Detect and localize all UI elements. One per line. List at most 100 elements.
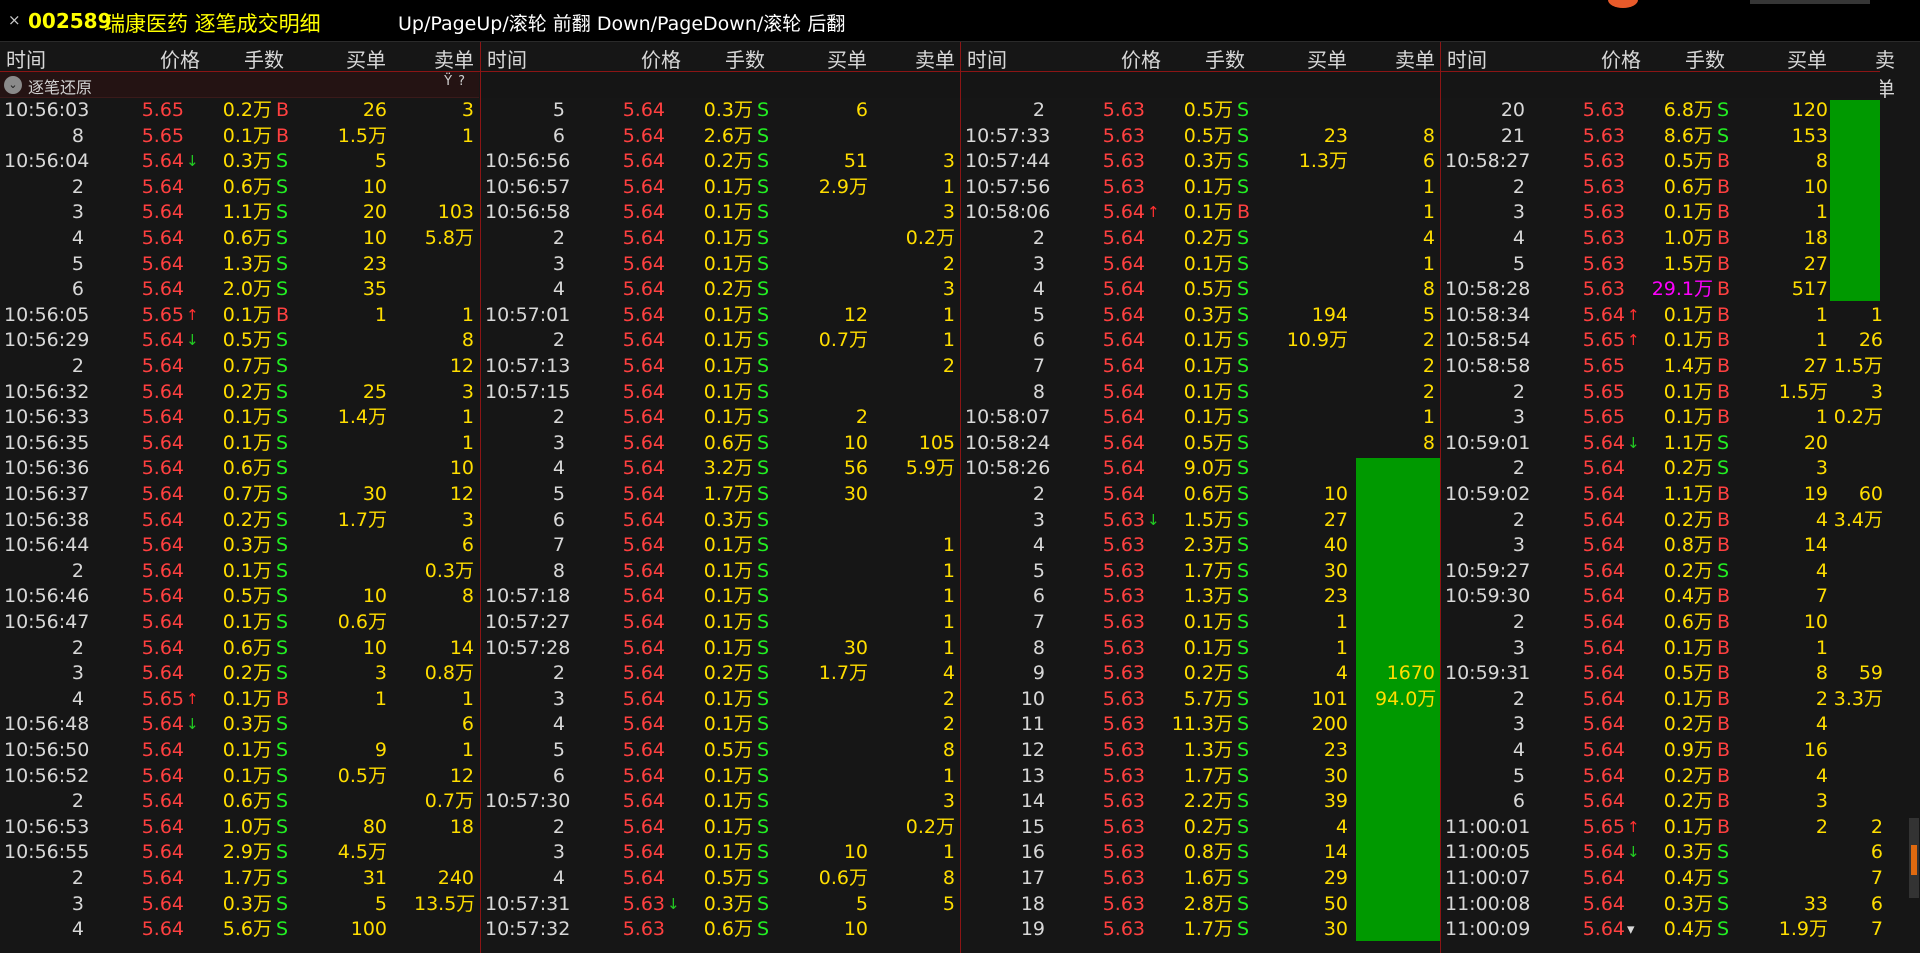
tick-row[interactable]: 10:57:44 5.63 0.3万 S 1.3万 6 — [961, 149, 1440, 175]
tick-row[interactable]: 10:59:30 5.64 0.4万 B 7 — [1441, 584, 1880, 610]
tick-row[interactable]: 5 5.63 1.5万 B 27 — [1441, 252, 1880, 278]
tick-row[interactable]: 5 5.63 1.7万 S 30 — [961, 559, 1440, 585]
header-price[interactable]: 价格 — [1601, 44, 1641, 73]
tick-row[interactable]: 13 5.63 1.7万 S 30 — [961, 764, 1440, 790]
tick-row[interactable]: 10 5.63 5.7万 S 101 94.0万 — [961, 687, 1440, 713]
tick-row[interactable]: 19 5.63 1.7万 S 30 — [961, 917, 1440, 943]
tick-row[interactable]: 10:57:32 5.63 0.6万 S 10 — [481, 917, 960, 943]
tick-row[interactable]: 3 5.64 0.2万 B 4 — [1441, 712, 1880, 738]
tick-row[interactable]: 2 5.64 0.2万 B 4 3.4万 — [1441, 508, 1883, 534]
help-icon[interactable]: ? — [458, 74, 471, 89]
tick-row[interactable]: 10:57:18 5.64 0.1万 S 1 — [481, 584, 960, 610]
tick-row[interactable]: 4 5.64 0.6万 S 10 5.8万 — [0, 226, 480, 252]
tick-row[interactable]: 10:56:46 5.64 0.5万 S 10 8 — [0, 584, 480, 610]
tick-row[interactable]: 7 5.63 0.1万 S 1 — [961, 610, 1440, 636]
tick-row[interactable]: 10:56:04 5.64 ↓ 0.3万 S 5 — [0, 149, 480, 175]
tick-row[interactable]: 10:56:05 5.65 ↑ 0.1万 B 1 1 — [0, 303, 480, 329]
expand-icon[interactable]: ⌄ — [4, 76, 22, 94]
tick-row[interactable]: 4 5.64 0.5万 S 0.6万 8 — [481, 866, 960, 892]
tick-row[interactable]: 10:58:28 5.63 29.1万 B 517 — [1441, 277, 1880, 303]
header-vol[interactable]: 手数 — [725, 44, 765, 73]
tick-row[interactable]: 11:00:07 5.64 0.4万 S 7 — [1441, 866, 1883, 892]
tick-row[interactable]: 10:57:15 5.64 0.1万 S — [481, 380, 960, 406]
tick-row[interactable]: 2 5.64 0.7万 S 12 — [0, 354, 480, 380]
filter-icon[interactable]: Ÿ — [444, 74, 458, 89]
tick-row[interactable]: 8 5.64 0.1万 S 2 — [961, 380, 1440, 406]
tick-row[interactable]: 6 5.64 0.3万 S — [481, 508, 960, 534]
tick-row[interactable]: 4 5.64 0.1万 S 2 — [481, 712, 960, 738]
tick-row[interactable]: 2 5.64 0.2万 S 1.7万 4 — [481, 661, 960, 687]
tick-row[interactable]: 4 5.64 0.5万 S 8 — [961, 277, 1440, 303]
tick-row[interactable]: 2 5.64 1.7万 S 31 240 — [0, 866, 480, 892]
header-vol[interactable]: 手数 — [244, 44, 284, 73]
tick-row[interactable]: 10:56:36 5.64 0.6万 S 10 — [0, 456, 480, 482]
tick-row[interactable]: 2 5.64 0.6万 B 10 — [1441, 610, 1880, 636]
tick-row[interactable]: 2 5.64 0.1万 B 2 3.3万 — [1441, 687, 1883, 713]
close-icon[interactable]: × — [8, 11, 26, 29]
tick-row[interactable]: 4 5.64 3.2万 S 56 5.9万 — [481, 456, 960, 482]
tick-row[interactable]: 3 5.63 ↓ 1.5万 S 27 — [961, 508, 1440, 534]
header-sell[interactable]: 卖单 — [434, 44, 474, 73]
tick-row[interactable]: 10:58:07 5.64 0.1万 S 1 — [961, 405, 1440, 431]
tick-row[interactable]: 21 5.63 8.6万 S 153 — [1441, 124, 1880, 150]
tick-row[interactable]: 2 5.64 0.1万 S 0.7万 1 — [481, 328, 960, 354]
tick-row[interactable]: 7 5.64 0.1万 S 2 — [961, 354, 1440, 380]
header-time[interactable]: 时间 — [1447, 44, 1487, 73]
tick-row[interactable]: 11:00:09 5.64 ▾ 0.4万 S 1.9万 7 — [1441, 917, 1883, 943]
tick-row[interactable]: 3 5.64 0.1万 S 1 — [961, 252, 1440, 278]
tick-row[interactable]: 2 5.64 0.6万 S 10 — [0, 175, 480, 201]
tick-row[interactable]: 10:56:50 5.64 0.1万 S 9 1 — [0, 738, 480, 764]
header-vol[interactable]: 手数 — [1205, 44, 1245, 73]
tick-row[interactable]: 3 5.65 0.1万 B 1 0.2万 — [1441, 405, 1883, 431]
tick-row[interactable]: 12 5.63 1.3万 S 23 — [961, 738, 1440, 764]
tick-row[interactable]: 18 5.63 2.8万 S 50 — [961, 892, 1440, 918]
tick-row[interactable]: 10:56:56 5.64 0.2万 S 51 3 — [481, 149, 960, 175]
tick-row[interactable]: 10:58:24 5.64 0.5万 S 8 — [961, 431, 1440, 457]
tick-row[interactable]: 10:57:56 5.63 0.1万 S 1 — [961, 175, 1440, 201]
tick-row[interactable]: 5 5.64 1.3万 S 23 — [0, 252, 480, 278]
tick-row[interactable]: 11:00:01 5.65 ↑ 0.1万 B 2 2 — [1441, 815, 1883, 841]
tick-row[interactable]: 3 5.64 0.1万 S 2 — [481, 252, 960, 278]
tick-row[interactable]: 11 5.63 11.3万 S 200 — [961, 712, 1440, 738]
tick-row[interactable]: 10:57:13 5.64 0.1万 S 2 — [481, 354, 960, 380]
tick-row[interactable]: 10:58:06 5.64 ↑ 0.1万 B 1 — [961, 200, 1440, 226]
tick-row[interactable]: 10:58:54 5.65 ↑ 0.1万 B 1 26 — [1441, 328, 1883, 354]
tick-row[interactable]: 10:59:31 5.64 0.5万 B 8 59 — [1441, 661, 1883, 687]
tick-row[interactable]: 5 5.64 0.2万 B 4 — [1441, 764, 1880, 790]
tick-row[interactable]: 8 5.63 0.1万 S 1 — [961, 636, 1440, 662]
tick-row[interactable]: 2 5.64 0.1万 S 2 — [481, 405, 960, 431]
restore-label[interactable]: 逐笔还原 — [28, 74, 92, 98]
tick-row[interactable]: 2 5.64 0.6万 S 0.7万 — [0, 789, 480, 815]
tick-row[interactable]: 2 5.64 0.2万 S 4 — [961, 226, 1440, 252]
tick-row[interactable]: 6 5.64 0.1万 S 1 — [481, 764, 960, 790]
tick-row[interactable]: 4 5.64 0.9万 B 16 — [1441, 738, 1880, 764]
tick-row[interactable]: 2 5.63 0.6万 B 10 — [1441, 175, 1880, 201]
tick-row[interactable]: 10:56:29 5.64 ↓ 0.5万 S 8 — [0, 328, 480, 354]
tick-row[interactable]: 3 5.64 0.8万 B 14 — [1441, 533, 1880, 559]
tick-row[interactable]: 3 5.64 0.2万 S 3 0.8万 — [0, 661, 480, 687]
header-price[interactable]: 价格 — [1121, 44, 1161, 73]
tick-row[interactable]: 6 5.64 0.1万 S 10.9万 2 — [961, 328, 1440, 354]
header-buy[interactable]: 买单 — [827, 44, 867, 73]
tick-row[interactable]: 2 5.64 0.2万 S 3 — [1441, 456, 1880, 482]
tick-row[interactable]: 4 5.63 2.3万 S 40 — [961, 533, 1440, 559]
scrollbar-thumb[interactable] — [1911, 845, 1917, 875]
tick-row[interactable]: 10:56:38 5.64 0.2万 S 1.7万 3 — [0, 508, 480, 534]
tick-row[interactable]: 8 5.65 0.1万 B 1.5万 1 — [0, 124, 480, 150]
tick-row[interactable]: 8 5.64 0.1万 S 1 — [481, 559, 960, 585]
header-buy[interactable]: 买单 — [1307, 44, 1347, 73]
header-sell[interactable]: 卖单 — [1395, 44, 1435, 73]
tick-row[interactable]: 10:56:47 5.64 0.1万 S 0.6万 — [0, 610, 480, 636]
tick-row[interactable]: 3 5.63 0.1万 B 1 — [1441, 200, 1880, 226]
tick-row[interactable]: 16 5.63 0.8万 S 14 — [961, 840, 1440, 866]
tick-row[interactable]: 10:56:33 5.64 0.1万 S 1.4万 1 — [0, 405, 480, 431]
tick-row[interactable]: 10:57:30 5.64 0.1万 S 3 — [481, 789, 960, 815]
tick-row[interactable]: 9 5.63 0.2万 S 4 1670 — [961, 661, 1440, 687]
tick-row[interactable]: 4 5.63 1.0万 B 18 — [1441, 226, 1880, 252]
tick-row[interactable]: 3 5.64 0.1万 S 10 1 — [481, 840, 960, 866]
tick-row[interactable]: 10:58:34 5.64 ↑ 0.1万 B 1 1 — [1441, 303, 1883, 329]
header-time[interactable]: 时间 — [6, 44, 46, 73]
tick-row[interactable]: 3 5.64 1.1万 S 20 103 — [0, 200, 480, 226]
tick-row[interactable]: 10:56:53 5.64 1.0万 S 80 18 — [0, 815, 480, 841]
tick-row[interactable]: 10:56:37 5.64 0.7万 S 30 12 — [0, 482, 480, 508]
